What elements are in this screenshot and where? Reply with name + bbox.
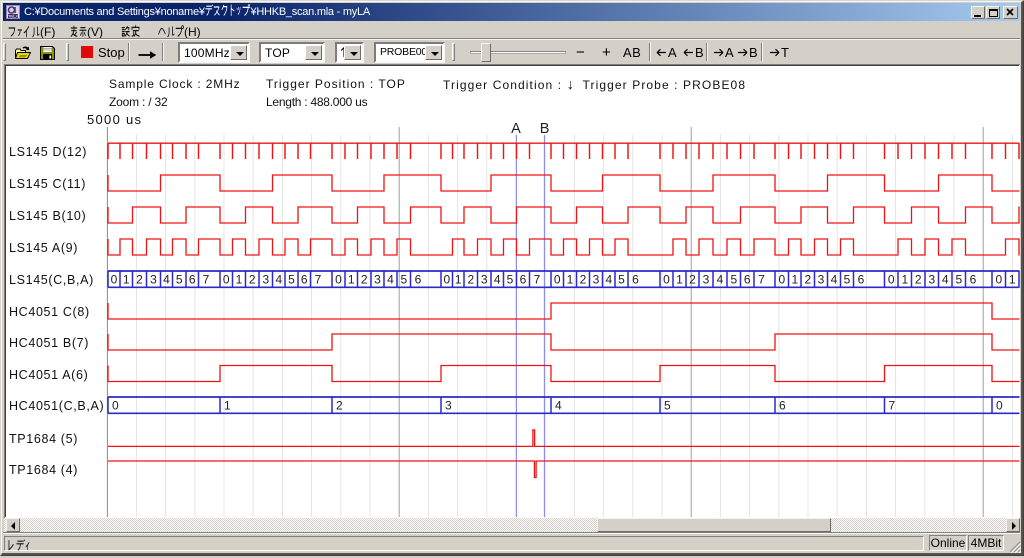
svg-text:3: 3 xyxy=(262,272,269,286)
svg-text:4: 4 xyxy=(717,272,724,286)
svg-text:2: 2 xyxy=(804,272,811,286)
svg-text:6: 6 xyxy=(779,398,786,412)
svg-text:3: 3 xyxy=(593,272,600,286)
svg-text:5: 5 xyxy=(400,272,407,286)
svg-text:5: 5 xyxy=(844,272,851,286)
svg-text:0: 0 xyxy=(995,272,1002,286)
svg-text:0: 0 xyxy=(223,272,230,286)
svg-text:5: 5 xyxy=(955,272,962,286)
svg-text:2: 2 xyxy=(336,398,343,412)
svg-text:4: 4 xyxy=(555,398,562,412)
svg-text:6: 6 xyxy=(970,272,977,286)
svg-text:2: 2 xyxy=(249,272,256,286)
svg-text:6: 6 xyxy=(858,272,865,286)
svg-text:3: 3 xyxy=(445,398,452,412)
svg-text:0: 0 xyxy=(443,272,450,286)
svg-text:7: 7 xyxy=(758,272,765,286)
svg-text:A: A xyxy=(511,121,521,137)
svg-text:3: 3 xyxy=(928,272,935,286)
svg-text:0: 0 xyxy=(554,272,561,286)
svg-text:7: 7 xyxy=(315,272,322,286)
svg-text:1: 1 xyxy=(348,272,355,286)
svg-text:6: 6 xyxy=(301,272,308,286)
svg-text:1: 1 xyxy=(1009,272,1016,286)
svg-text:5: 5 xyxy=(288,272,295,286)
svg-text:7: 7 xyxy=(889,398,896,412)
svg-text:3: 3 xyxy=(703,272,710,286)
svg-text:0: 0 xyxy=(112,398,119,412)
svg-text:5: 5 xyxy=(507,272,514,286)
svg-text:4: 4 xyxy=(387,272,394,286)
svg-text:6: 6 xyxy=(189,272,196,286)
svg-text:0: 0 xyxy=(996,398,1003,412)
svg-text:1: 1 xyxy=(236,272,243,286)
svg-text:3: 3 xyxy=(818,272,825,286)
svg-text:4: 4 xyxy=(942,272,949,286)
svg-text:4: 4 xyxy=(494,272,501,286)
svg-text:3: 3 xyxy=(374,272,381,286)
svg-text:0: 0 xyxy=(888,272,895,286)
svg-text:4: 4 xyxy=(275,272,282,286)
svg-text:6: 6 xyxy=(632,272,639,286)
svg-text:4: 4 xyxy=(163,272,170,286)
svg-text:5: 5 xyxy=(664,398,671,412)
svg-text:1: 1 xyxy=(676,272,683,286)
svg-text:6: 6 xyxy=(744,272,751,286)
svg-text:0: 0 xyxy=(111,272,118,286)
svg-text:6: 6 xyxy=(415,272,422,286)
svg-text:4: 4 xyxy=(605,272,612,286)
svg-text:6: 6 xyxy=(520,272,527,286)
svg-text:5: 5 xyxy=(730,272,737,286)
svg-text:7: 7 xyxy=(534,272,541,286)
svg-text:2: 2 xyxy=(689,272,696,286)
svg-text:4: 4 xyxy=(831,272,838,286)
svg-text:5: 5 xyxy=(176,272,183,286)
svg-text:1: 1 xyxy=(567,272,574,286)
svg-text:7: 7 xyxy=(203,272,210,286)
svg-text:1: 1 xyxy=(224,398,231,412)
svg-text:2: 2 xyxy=(361,272,368,286)
svg-text:0: 0 xyxy=(663,272,670,286)
svg-text:3: 3 xyxy=(481,272,488,286)
svg-text:2: 2 xyxy=(915,272,922,286)
svg-text:1: 1 xyxy=(791,272,798,286)
svg-text:1: 1 xyxy=(123,272,130,286)
svg-text:5: 5 xyxy=(618,272,625,286)
svg-text:1: 1 xyxy=(901,272,908,286)
svg-text:1: 1 xyxy=(455,272,462,286)
svg-text:B: B xyxy=(540,121,550,137)
svg-text:0: 0 xyxy=(335,272,342,286)
svg-text:0: 0 xyxy=(778,272,785,286)
svg-text:2: 2 xyxy=(467,272,474,286)
svg-text:2: 2 xyxy=(136,272,143,286)
svg-text:3: 3 xyxy=(150,272,157,286)
svg-text:2: 2 xyxy=(580,272,587,286)
